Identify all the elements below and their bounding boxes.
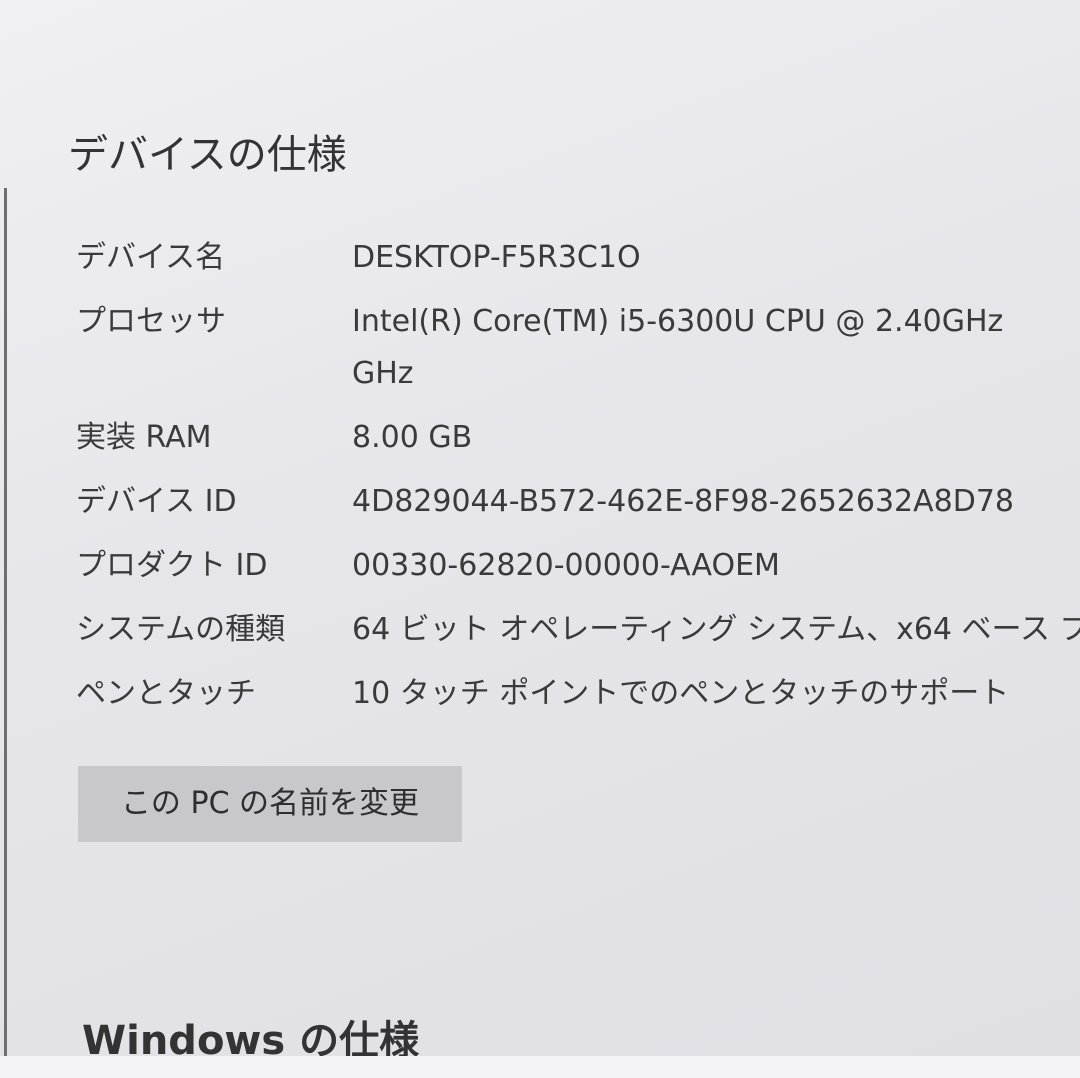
spec-label: システムの種類	[76, 612, 286, 647]
spec-value: 64 ビット オペレーティング システム、x64 ベース プロセッサ	[352, 612, 1080, 647]
device-spec-title: デバイスの仕様	[68, 132, 347, 178]
bottom-strip	[0, 1056, 1080, 1078]
rename-pc-button[interactable]: この PC の名前を変更	[78, 766, 462, 842]
spec-label: デバイス名	[76, 240, 226, 275]
spec-value: 00330-62820-00000-AAOEM	[352, 548, 780, 583]
spec-value: Intel(R) Core(TM) i5-6300U CPU @ 2.40GHz…	[352, 304, 1004, 391]
spec-value: DESKTOP-F5R3C1O	[352, 240, 641, 275]
spec-label: ペンとタッチ	[76, 676, 256, 711]
window-left-edge	[4, 188, 7, 1068]
spec-value: 8.00 GB	[352, 420, 473, 455]
spec-label: プロダクト ID	[76, 548, 268, 583]
spec-label: デバイス ID	[76, 484, 237, 519]
spec-value: 4D829044-B572-462E-8F98-2652632A8D78	[352, 484, 1015, 519]
spec-label: プロセッサ	[76, 304, 226, 339]
spec-value: 10 タッチ ポイントでのペンとタッチのサポート	[352, 676, 1010, 711]
spec-label: 実装 RAM	[76, 420, 212, 455]
